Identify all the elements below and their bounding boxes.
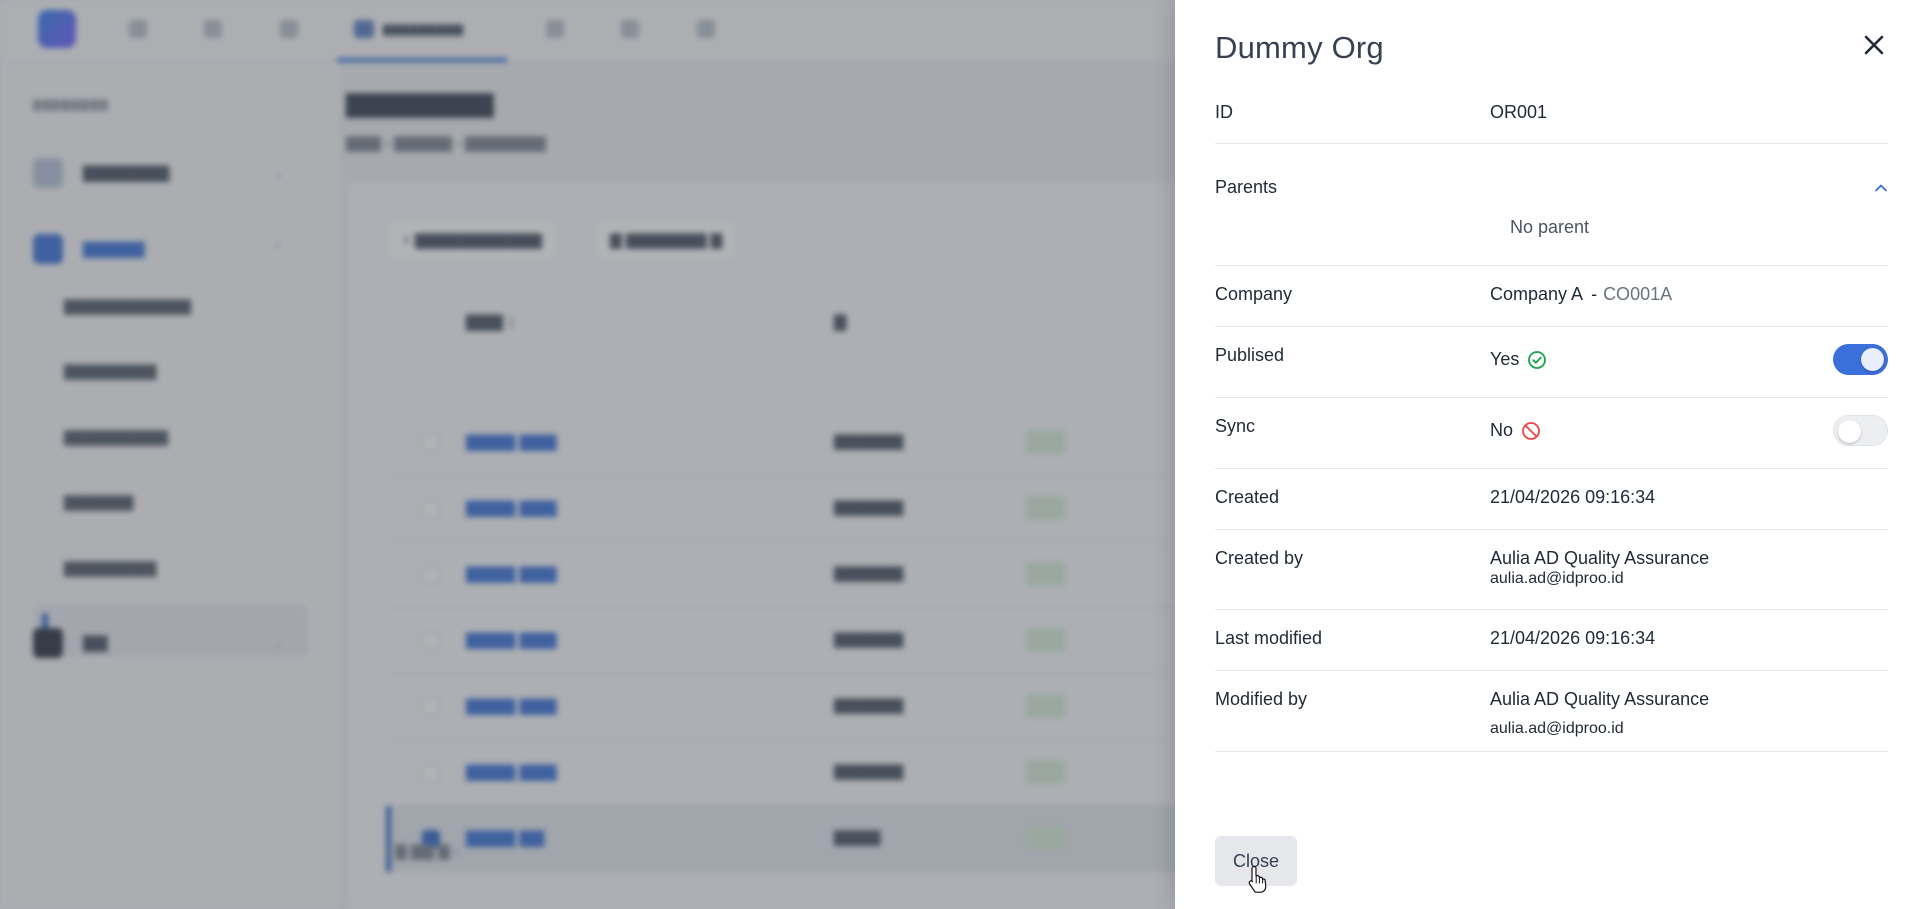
- published-toggle[interactable]: [1833, 344, 1888, 375]
- field-value-company: Company A - CO001A: [1490, 284, 1672, 305]
- field-label: Sync: [1215, 416, 1256, 436]
- field-label: Parents: [1215, 177, 1278, 197]
- field-row-created: Created 21/04/2026 09:16:34: [1215, 469, 1888, 530]
- drawer-title: Dummy Org: [1215, 30, 1384, 65]
- field-row-last-modified: Last modified 21/04/2026 09:16:34: [1215, 610, 1888, 671]
- field-label: ID: [1215, 102, 1233, 122]
- field-value-last-modified: 21/04/2026 09:16:34: [1490, 628, 1656, 648]
- app-root: ▇▇▇▇▇▇▇▇▇ ▇▇▇▇▇▇▇▇ ▇▇▇▇▇▇▇ ⌄ ▇▇▇▇▇ ⌃ ▇▇▇▇▇…: [0, 0, 1917, 909]
- field-label: Last modified: [1215, 628, 1323, 648]
- field-label: Modified by: [1215, 689, 1308, 709]
- field-value-published: Yes: [1490, 349, 1547, 370]
- close-icon[interactable]: [1859, 30, 1889, 60]
- created-by-name: Aulia AD Quality Assurance: [1490, 548, 1710, 568]
- field-row-id: ID OR001: [1215, 84, 1888, 144]
- published-value: Yes: [1490, 349, 1520, 369]
- field-row-sync: Sync No: [1215, 398, 1888, 469]
- field-label: Created by: [1215, 548, 1304, 568]
- parents-empty-text: No parent: [1510, 217, 1590, 237]
- field-label: Company: [1215, 284, 1293, 304]
- field-value-id: OR001: [1490, 102, 1548, 122]
- field-label: Created: [1215, 487, 1280, 507]
- chevron-up-icon[interactable]: [1873, 180, 1889, 196]
- sync-value: No: [1490, 420, 1514, 440]
- field-row-published: Publised Yes: [1215, 327, 1888, 398]
- field-value-created: 21/04/2026 09:16:34: [1490, 487, 1656, 507]
- field-row-parents: Parents No parent: [1215, 144, 1888, 266]
- company-code: CO001A: [1603, 284, 1673, 304]
- field-label: Publised: [1215, 345, 1285, 365]
- sync-toggle[interactable]: [1833, 415, 1888, 446]
- field-row-company: Company Company A - CO001A: [1215, 266, 1888, 327]
- company-name: Company A: [1490, 284, 1584, 304]
- modified-by-email: aulia.ad@idproo.id: [1490, 720, 1624, 737]
- forbidden-icon: [1522, 422, 1540, 441]
- field-value-sync: No: [1490, 420, 1541, 441]
- modified-by-name: Aulia AD Quality Assurance: [1490, 689, 1710, 709]
- check-circle-icon: [1528, 351, 1547, 370]
- company-separator: -: [1591, 284, 1598, 304]
- hand-pointer-cursor: [1248, 865, 1267, 893]
- field-row-modified-by: Modified by Aulia AD Quality Assurance: [1215, 671, 1888, 752]
- organization-detail-drawer: Dummy Org ID OR001 Parents No parent Com…: [1175, 0, 1917, 909]
- created-by-email: aulia.ad@idproo.id: [1490, 570, 1624, 587]
